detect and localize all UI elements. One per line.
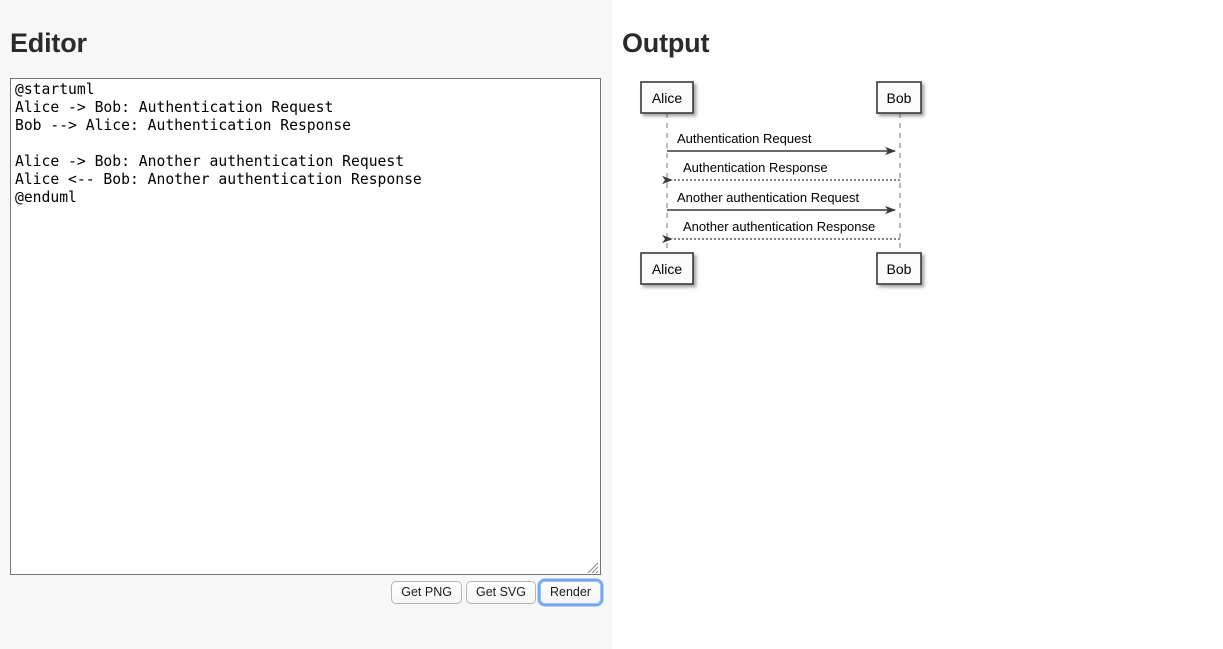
output-panel-title: Output (622, 28, 710, 58)
plantuml-source-textarea[interactable] (10, 78, 601, 575)
participant-label-bob-bottom: Bob (887, 261, 912, 277)
resize-grip-icon[interactable] (586, 561, 599, 574)
sequence-diagram: Authentication Request Alice (dotted) ==… (640, 81, 922, 285)
participant-label-alice-top: Alice (652, 90, 683, 106)
participant-label-bob-top: Bob (887, 90, 912, 106)
message-label-1: Authentication Request (677, 131, 812, 146)
message-label-3: Another authentication Request (677, 190, 860, 205)
editor-panel: Editor Get PNG Get SVG Render (0, 0, 612, 649)
output-panel: Output Authentication Request Authentica… (612, 0, 1223, 649)
get-png-button[interactable]: Get PNG (391, 580, 462, 604)
message-label-2: Authentication Response (683, 160, 828, 175)
render-button[interactable]: Render (540, 580, 601, 604)
sequence-diagram-container: Authentication Request Alice (dotted) ==… (620, 70, 940, 300)
get-svg-button[interactable]: Get SVG (465, 580, 536, 604)
editor-button-row: Get PNG Get SVG Render (10, 580, 601, 604)
resize-grip-glyph (587, 562, 599, 574)
participant-label-alice-bottom: Alice (652, 261, 683, 277)
editor-panel-title: Editor (10, 28, 87, 58)
plantuml-editor-app: Editor Get PNG Get SVG Render Output (0, 0, 1223, 649)
message-label-4: Another authentication Response (683, 219, 875, 234)
